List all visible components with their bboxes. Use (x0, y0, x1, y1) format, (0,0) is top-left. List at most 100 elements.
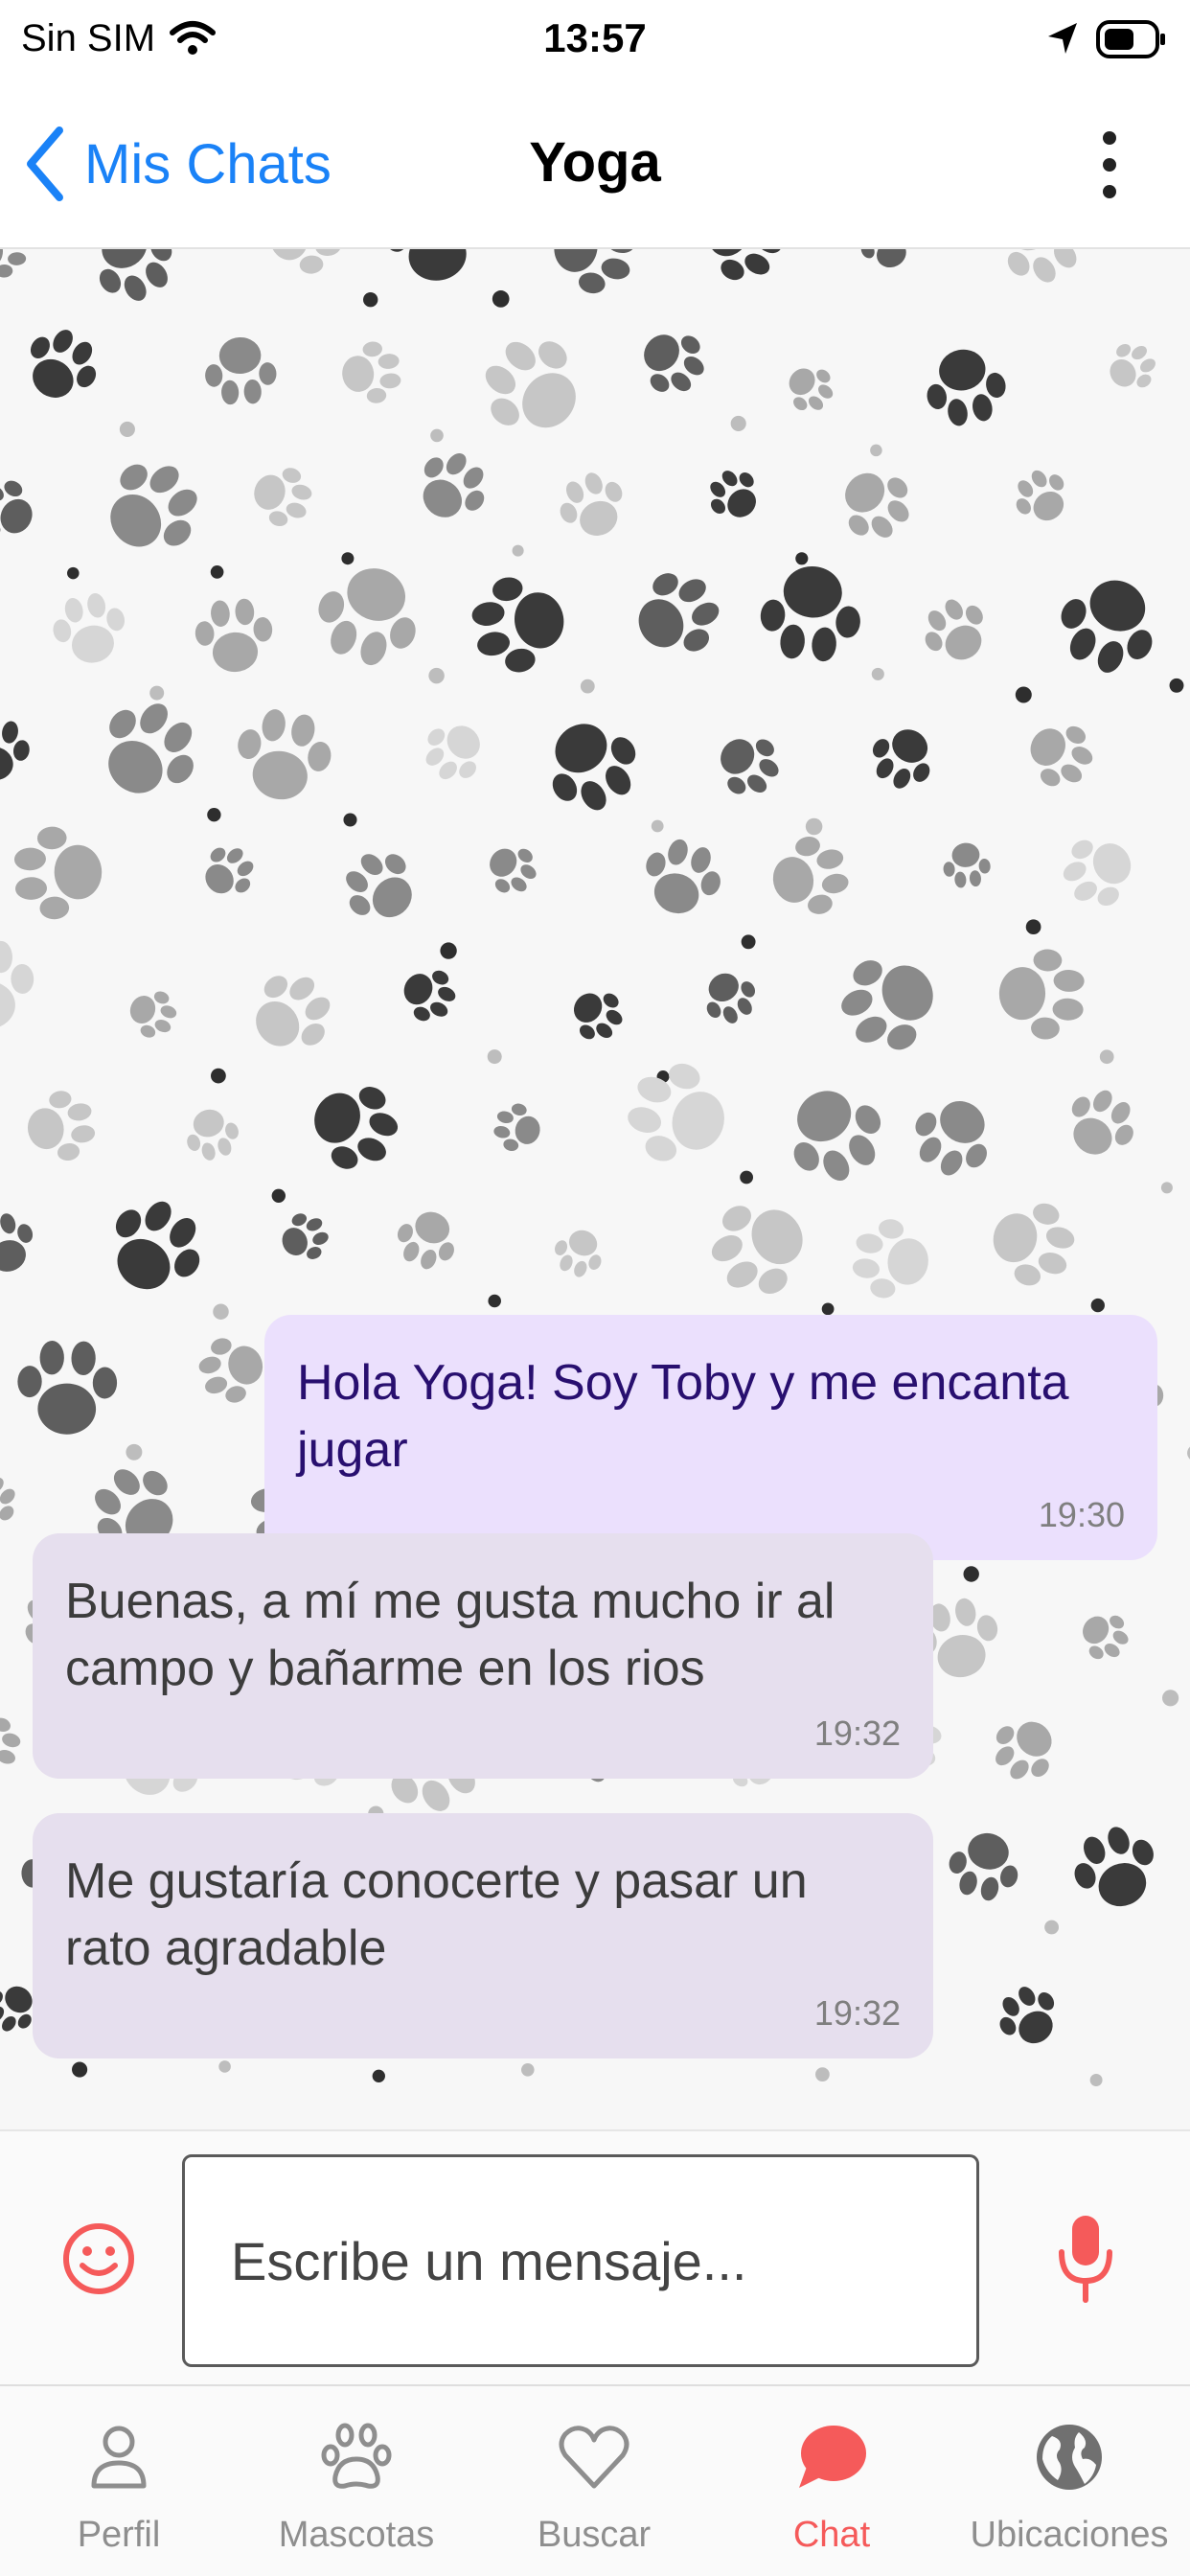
paw-print-decoration (698, 459, 770, 531)
tab-label: Perfil (77, 2515, 161, 2555)
dot-decoration (440, 942, 457, 959)
microphone-icon[interactable] (1054, 2212, 1117, 2308)
paw-print-decoration (547, 1222, 611, 1283)
dot-decoration (211, 1068, 226, 1084)
tab-perfil[interactable]: Perfil (0, 2386, 238, 2576)
paw-print-decoration (16, 1340, 118, 1436)
paw-print-decoration (12, 317, 110, 414)
paw-print-decoration (87, 444, 216, 573)
dot-decoration (821, 1302, 835, 1316)
chat-bubble-icon (799, 2426, 866, 2488)
dot-decoration (1025, 919, 1041, 935)
dot-decoration (1169, 678, 1184, 693)
paw-print-decoration (1071, 1602, 1137, 1669)
paw-print-decoration (694, 962, 766, 1032)
paw-print-decoration (193, 836, 263, 908)
tab-ubicaciones[interactable]: Ubicaciones (950, 2386, 1188, 2576)
back-button-label: Mis Chats (84, 132, 332, 196)
paw-print-decoration (273, 1206, 335, 1269)
paw-print-decoration (546, 249, 641, 300)
dot-decoration (795, 552, 809, 565)
paw-print-decoration (404, 440, 500, 535)
paw-print-decoration (912, 588, 999, 675)
tab-chat[interactable]: Chat (713, 2386, 950, 2576)
message-text: Hola Yoga! Soy Toby y me encanta jugar (297, 1355, 1069, 1478)
paw-print-decoration (621, 558, 732, 671)
dot-decoration (119, 421, 135, 437)
paw-print-decoration (986, 249, 1096, 297)
dot-decoration (430, 428, 444, 443)
message-input[interactable] (182, 2154, 979, 2367)
dot-decoration (428, 667, 445, 684)
message-outgoing[interactable]: Hola Yoga! Soy Toby y me encanta jugar 1… (264, 1315, 1157, 1560)
paw-print-decoration (765, 830, 855, 923)
message-time: 19:32 (813, 1714, 901, 1753)
paw-print-decoration (941, 840, 993, 889)
paw-print-decoration (332, 838, 430, 937)
paw-print-decoration (339, 339, 403, 406)
paw-print-decoration (1005, 460, 1079, 534)
paw-print-decoration (692, 249, 794, 294)
paw-print-decoration (1063, 1816, 1169, 1920)
message-time: 19:32 (813, 1993, 901, 2033)
dot-decoration (126, 1443, 143, 1460)
message-incoming[interactable]: Me gustaría conocerte y pasar un rato ag… (33, 1813, 933, 2058)
paw-print-decoration (0, 1710, 26, 1778)
battery-icon (1096, 20, 1165, 58)
tab-bar: Perfil Mascotas Buscar Chat Ubicaciones (0, 2384, 1190, 2576)
paw-print-decoration (0, 1207, 42, 1280)
dot-decoration (741, 934, 756, 950)
dot-decoration (740, 1170, 754, 1184)
tab-label: Mascotas (278, 2515, 435, 2555)
dot-decoration (870, 444, 882, 457)
paw-print-decoration (981, 1705, 1068, 1793)
paw-print-decoration (80, 249, 188, 314)
paw-print-decoration (777, 356, 842, 422)
dot-decoration (271, 1188, 286, 1203)
message-text: Me gustaría conocerte y pasar un rato ag… (65, 1853, 808, 1976)
paw-icon (321, 2423, 392, 2489)
tab-label: Chat (792, 2515, 871, 2555)
paw-print-decoration (91, 1184, 218, 1311)
tab-buscar[interactable]: Buscar (475, 2386, 713, 2576)
paw-print-decoration (0, 249, 27, 279)
dot-decoration (149, 685, 165, 701)
paw-print-decoration (266, 249, 344, 278)
status-bar: Sin SIM 13:57 (0, 0, 1190, 80)
dot-decoration (815, 2067, 830, 2082)
dot-decoration (218, 2060, 231, 2073)
dot-decoration (1090, 1298, 1105, 1313)
back-button[interactable]: Mis Chats (23, 121, 332, 207)
dot-decoration (1044, 1920, 1060, 1935)
paw-print-decoration (305, 553, 433, 677)
dot-decoration (1015, 686, 1032, 703)
dot-decoration (343, 813, 357, 827)
paw-print-decoration (628, 316, 717, 406)
paw-print-decoration (942, 1825, 1027, 1907)
dot-decoration (372, 2069, 385, 2082)
dot-decoration (805, 817, 823, 836)
paw-print-decoration (849, 1214, 934, 1304)
paw-print-decoration (705, 722, 790, 808)
paw-print-decoration (0, 470, 45, 550)
paw-print-decoration (47, 587, 132, 670)
dot-decoration (521, 2063, 535, 2077)
dot-decoration (580, 678, 595, 694)
paw-print-decoration (193, 1328, 272, 1411)
dot-decoration (963, 1566, 979, 1582)
paw-print-decoration (561, 978, 632, 1050)
tab-label: Ubicaciones (970, 2515, 1169, 2555)
dot-decoration (1089, 2074, 1103, 2086)
paw-print-decoration (466, 568, 572, 679)
emoji-smile-icon[interactable] (61, 2221, 136, 2296)
tab-mascotas[interactable]: Mascotas (238, 2386, 475, 2576)
paw-print-decoration (413, 709, 495, 793)
paw-print-decoration (81, 684, 215, 816)
paw-print-decoration (1099, 334, 1164, 401)
more-options-icon[interactable] (1087, 126, 1133, 203)
paw-print-decoration (697, 1183, 823, 1312)
message-incoming[interactable]: Buenas, a mí me gusta mucho ir al campo … (33, 1533, 933, 1779)
status-time: 13:57 (543, 15, 647, 60)
message-text: Buenas, a mí me gusta mucho ir al campo … (65, 1574, 835, 1696)
chat-messages-area[interactable]: Hola Yoga! Soy Toby y me encanta jugar 1… (0, 249, 1190, 2129)
